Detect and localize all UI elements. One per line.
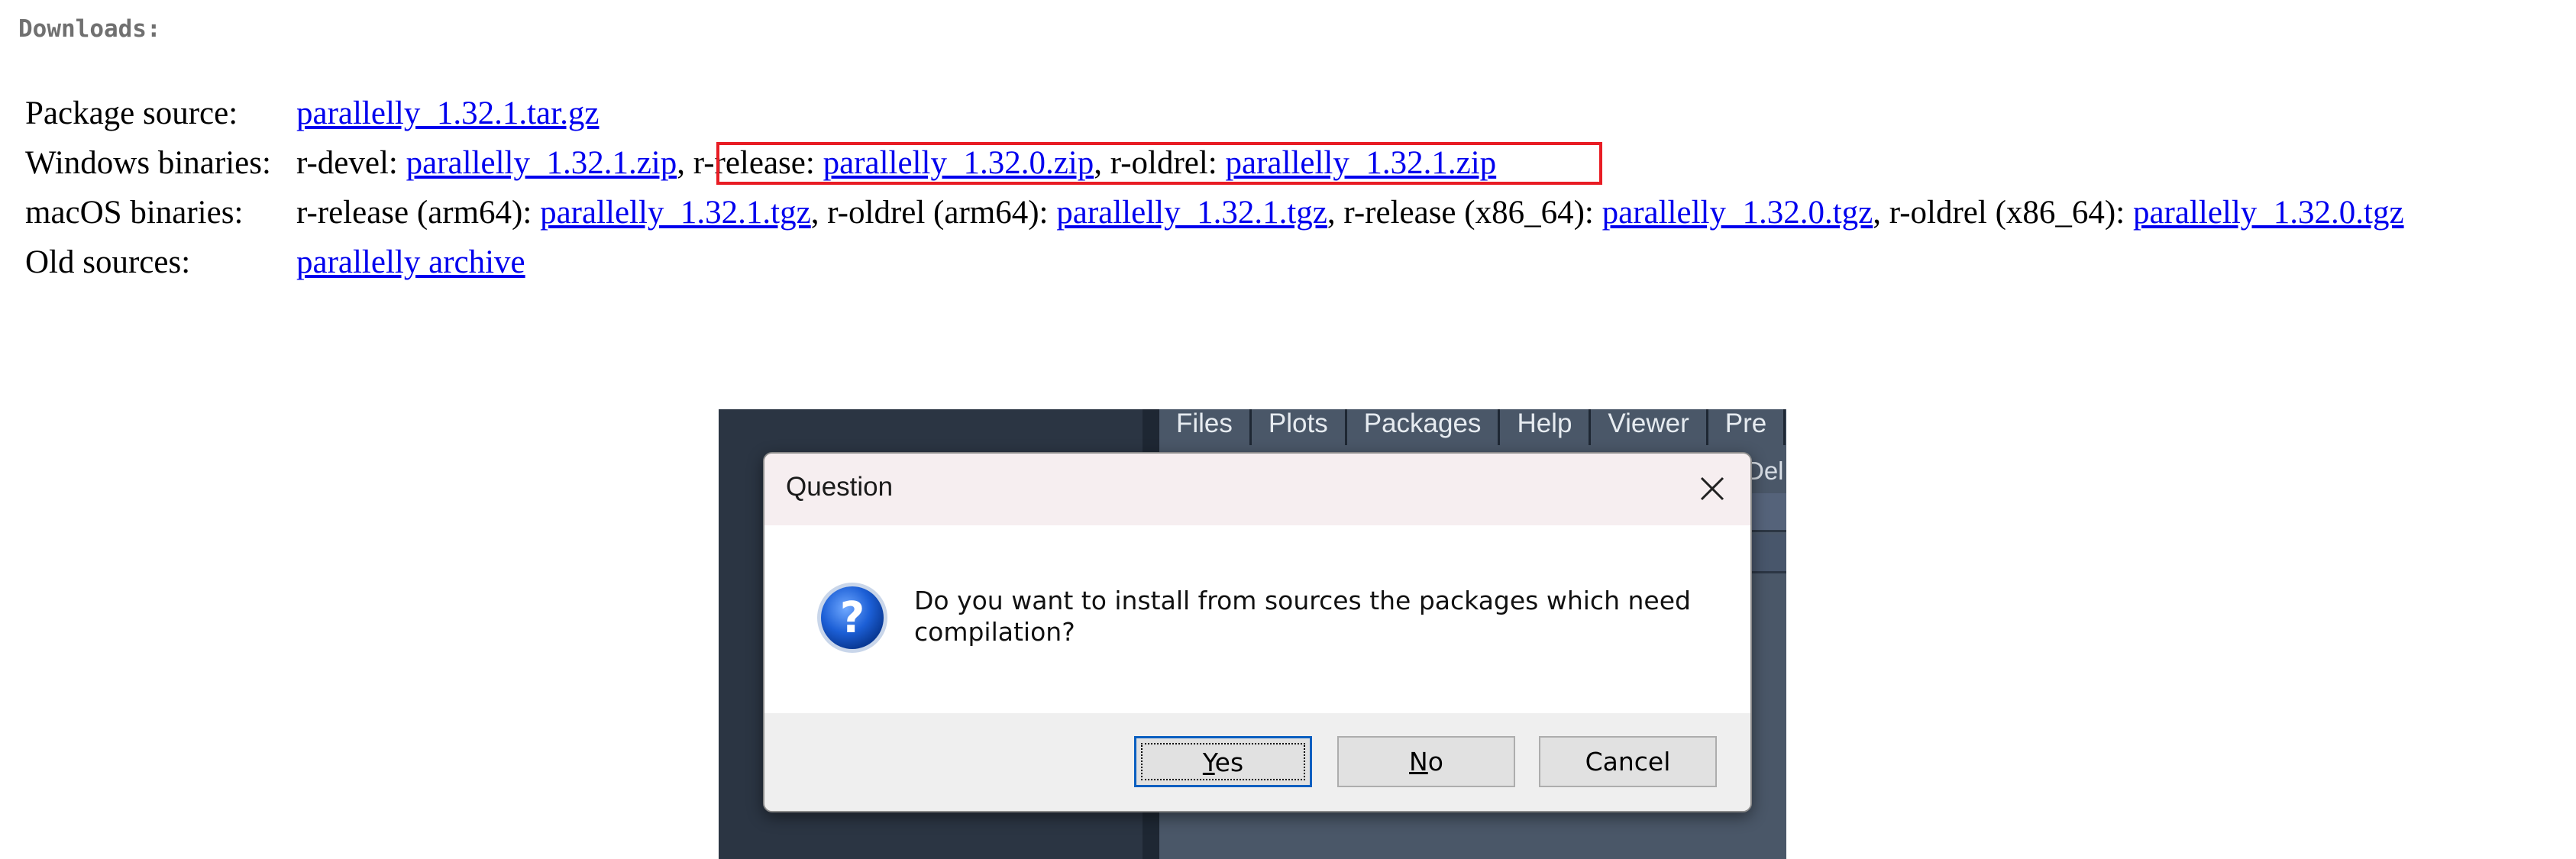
question-dialog: Question ? Do you want to install from s…: [763, 452, 1752, 812]
rstudio-screenshot: Files Plots Packages Help Viewer Pre Del…: [719, 409, 1786, 859]
r-devel-label: r-devel:: [296, 145, 406, 181]
pane-tabs: Files Plots Packages Help Viewer Pre: [1159, 409, 1786, 445]
close-icon[interactable]: [1691, 467, 1734, 510]
package-source-link[interactable]: parallelly_1.32.1.tar.gz: [296, 95, 599, 131]
no-mnemonic: N: [1409, 747, 1428, 777]
dialog-message: Do you want to install from sources the …: [914, 586, 1691, 647]
tab-presentation[interactable]: Pre: [1708, 409, 1786, 445]
macos-oldrel-x86-label: , r-oldrel (x86_64):: [1873, 195, 2133, 231]
cancel-button[interactable]: Cancel: [1539, 736, 1717, 787]
tab-help[interactable]: Help: [1500, 409, 1592, 445]
macos-release-x86-label: , r-release (x86_64):: [1327, 195, 1602, 231]
windows-r-devel-link[interactable]: parallelly_1.32.1.zip: [406, 145, 677, 181]
svg-text:?: ?: [840, 593, 865, 643]
macos-release-arm64-link[interactable]: parallelly_1.32.1.tgz: [540, 195, 811, 231]
dialog-titlebar: Question: [764, 454, 1750, 525]
separator: ,: [677, 145, 693, 181]
macos-binaries-label: macOS binaries:: [25, 195, 244, 231]
tab-viewer[interactable]: Viewer: [1591, 409, 1708, 445]
macos-release-x86-link[interactable]: parallelly_1.32.0.tgz: [1602, 195, 1873, 231]
focus-ring: [1141, 743, 1305, 780]
no-label-rest: o: [1427, 747, 1443, 777]
dialog-title: Question: [786, 472, 894, 502]
package-source-label: Package source:: [25, 95, 238, 131]
highlight-box: [716, 142, 1602, 185]
old-sources-archive-link[interactable]: parallelly archive: [296, 244, 525, 280]
dialog-body: ? Do you want to install from sources th…: [764, 525, 1750, 713]
windows-binaries-label: Windows binaries:: [25, 145, 271, 181]
macos-oldrel-arm64-link[interactable]: parallelly_1.32.1.tgz: [1056, 195, 1327, 231]
downloads-heading: Downloads:: [18, 15, 161, 43]
yes-button[interactable]: Yes: [1134, 736, 1312, 787]
question-icon: ?: [815, 580, 890, 655]
macos-oldrel-arm64-label: , r-oldrel (arm64):: [810, 195, 1057, 231]
dialog-button-bar: Yes No Cancel: [764, 713, 1750, 811]
no-button[interactable]: No: [1337, 736, 1515, 787]
old-sources-label: Old sources:: [25, 244, 191, 280]
macos-oldrel-x86-link[interactable]: parallelly_1.32.0.tgz: [2133, 195, 2404, 231]
macos-release-arm64-label: r-release (arm64):: [296, 195, 541, 231]
tab-files[interactable]: Files: [1159, 409, 1252, 445]
tab-plots[interactable]: Plots: [1252, 409, 1347, 445]
tab-packages[interactable]: Packages: [1347, 409, 1501, 445]
